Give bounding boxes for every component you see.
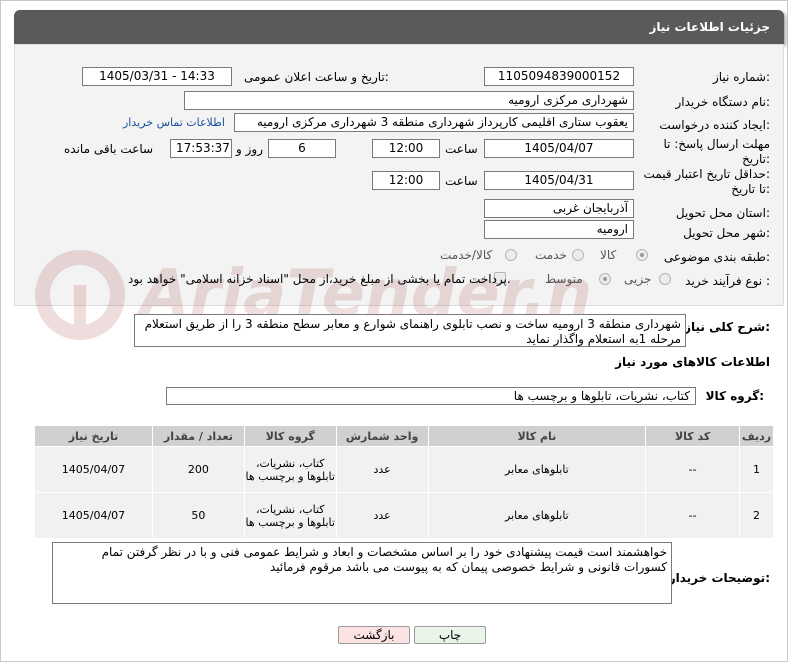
deadline-date-field: 1405/04/07 bbox=[484, 139, 634, 158]
summary-label: شرح کلی نیاز: bbox=[684, 320, 770, 334]
announce-label: تاریخ و ساعت اعلان عمومی: bbox=[244, 70, 389, 84]
goods-group-label: گروه کالا: bbox=[705, 389, 764, 403]
goods-group-field: کتاب، نشریات، تابلوها و برچسب ها bbox=[166, 387, 696, 405]
category-radio-goods[interactable] bbox=[636, 249, 648, 261]
cell-code: -- bbox=[645, 446, 741, 493]
cell-qty: 50 bbox=[151, 492, 245, 539]
table-row: 1 -- تابلوهای معابر عدد کتاب، نشریات، تا… bbox=[34, 446, 774, 493]
deadline-time-label: ساعت bbox=[445, 142, 478, 156]
category-option-goods-service: کالا/خدمت bbox=[440, 248, 493, 262]
process-label: نوع فرآیند خرید : bbox=[685, 274, 770, 288]
process-radio-medium[interactable] bbox=[599, 273, 611, 285]
col-qty: تعداد / مقدار bbox=[151, 425, 245, 447]
need-number-label: شماره نیاز: bbox=[712, 70, 770, 84]
category-option-service: خدمت bbox=[535, 248, 567, 262]
validity-date-field: 1405/04/31 bbox=[484, 171, 634, 190]
buyer-notes-textarea[interactable]: خواهشمند است قیمت پیشنهادی خود را بر اسا… bbox=[52, 542, 672, 604]
cell-date: 1405/04/07 bbox=[34, 446, 153, 493]
contact-info-link[interactable]: اطلاعات تماس خریدار bbox=[123, 116, 225, 129]
validity-label: حداقل تاریخ اعتبار قیمت: bbox=[643, 167, 770, 181]
cell-row: 1 bbox=[739, 446, 774, 493]
requester-label: ایجاد کننده درخواست: bbox=[659, 118, 770, 132]
buyer-org-field: شهرداری مرکزی ارومیه bbox=[184, 91, 634, 110]
summary-textarea[interactable]: شهرداری منطقه 3 ارومیه ساخت و نصب تابلوی… bbox=[134, 314, 686, 347]
buyer-org-label: نام دستگاه خریدار: bbox=[675, 95, 771, 109]
col-name: نام کالا bbox=[427, 425, 647, 447]
city-label: شهر محل تحویل: bbox=[683, 226, 770, 240]
cell-name: تابلوهای معابر bbox=[427, 492, 647, 539]
deadline-time-field: 12:00 bbox=[372, 139, 440, 158]
days-label: روز و bbox=[236, 142, 263, 156]
cell-qty: 200 bbox=[151, 446, 245, 493]
need-number-field: 1105094839000152 bbox=[484, 67, 634, 86]
province-field: آذربایجان غربی bbox=[484, 199, 634, 218]
category-radio-goods-service[interactable] bbox=[505, 249, 517, 261]
cell-date: 1405/04/07 bbox=[34, 492, 153, 539]
cell-name: تابلوهای معابر bbox=[427, 446, 647, 493]
cell-group: کتاب، نشریات، تابلوها و برچسب ها bbox=[243, 446, 337, 493]
col-code: کد کالا bbox=[645, 425, 741, 447]
goods-section-title: اطلاعات کالاهای مورد نیاز bbox=[615, 355, 770, 369]
announce-field: 1405/03/31 - 14:33 bbox=[82, 67, 232, 86]
category-label: طبقه بندی موضوعی: bbox=[663, 250, 770, 264]
category-radio-service[interactable] bbox=[572, 249, 584, 261]
deadline-label-2: تاریخ: bbox=[742, 152, 770, 166]
page-title: جزئیات اطلاعات نیاز bbox=[649, 20, 770, 34]
cell-unit: عدد bbox=[335, 492, 429, 539]
category-option-goods: کالا bbox=[600, 248, 617, 262]
remaining-label: ساعت باقی مانده bbox=[64, 142, 154, 156]
col-date: تاریخ نیاز bbox=[34, 425, 153, 447]
process-option-medium: متوسط bbox=[545, 272, 583, 286]
cell-row: 2 bbox=[739, 492, 774, 539]
print-button[interactable]: چاپ bbox=[414, 626, 486, 644]
validity-time-label: ساعت bbox=[445, 174, 478, 188]
city-field: ارومیه bbox=[484, 220, 634, 239]
days-field: 6 bbox=[268, 139, 336, 158]
deadline-label: مهلت ارسال پاسخ: تا bbox=[663, 137, 770, 151]
validity-time-field: 12:00 bbox=[372, 171, 440, 190]
process-radio-minor[interactable] bbox=[659, 273, 671, 285]
col-group: گروه کالا bbox=[243, 425, 337, 447]
validity-label-2: تا تاریخ: bbox=[731, 182, 770, 196]
table-row: 2 -- تابلوهای معابر عدد کتاب، نشریات، تا… bbox=[34, 492, 774, 539]
province-label: استان محل تحویل: bbox=[675, 206, 770, 220]
cell-unit: عدد bbox=[335, 446, 429, 493]
col-row: ردیف bbox=[739, 425, 774, 447]
remaining-time-field: 17:53:37 bbox=[170, 139, 232, 158]
goods-table-header: ردیف کد کالا نام کالا واحد شمارش گروه کا… bbox=[34, 425, 774, 447]
buyer-notes-label: توضیحات خریدار: bbox=[668, 571, 770, 585]
payment-note: پرداخت تمام یا بخشی از مبلغ خرید،از محل … bbox=[128, 272, 511, 286]
col-unit: واحد شمارش bbox=[335, 425, 429, 447]
cell-group: کتاب، نشریات، تابلوها و برچسب ها bbox=[243, 492, 337, 539]
requester-field: یعقوب ستاری اقلیمی کارپرداز شهرداری منطق… bbox=[234, 113, 634, 132]
goods-table: ردیف کد کالا نام کالا واحد شمارش گروه کا… bbox=[34, 425, 774, 539]
back-button[interactable]: بازگشت bbox=[338, 626, 410, 644]
process-option-minor: جزیی bbox=[624, 272, 652, 286]
page-header: جزئیات اطلاعات نیاز bbox=[14, 10, 784, 44]
cell-code: -- bbox=[645, 492, 741, 539]
